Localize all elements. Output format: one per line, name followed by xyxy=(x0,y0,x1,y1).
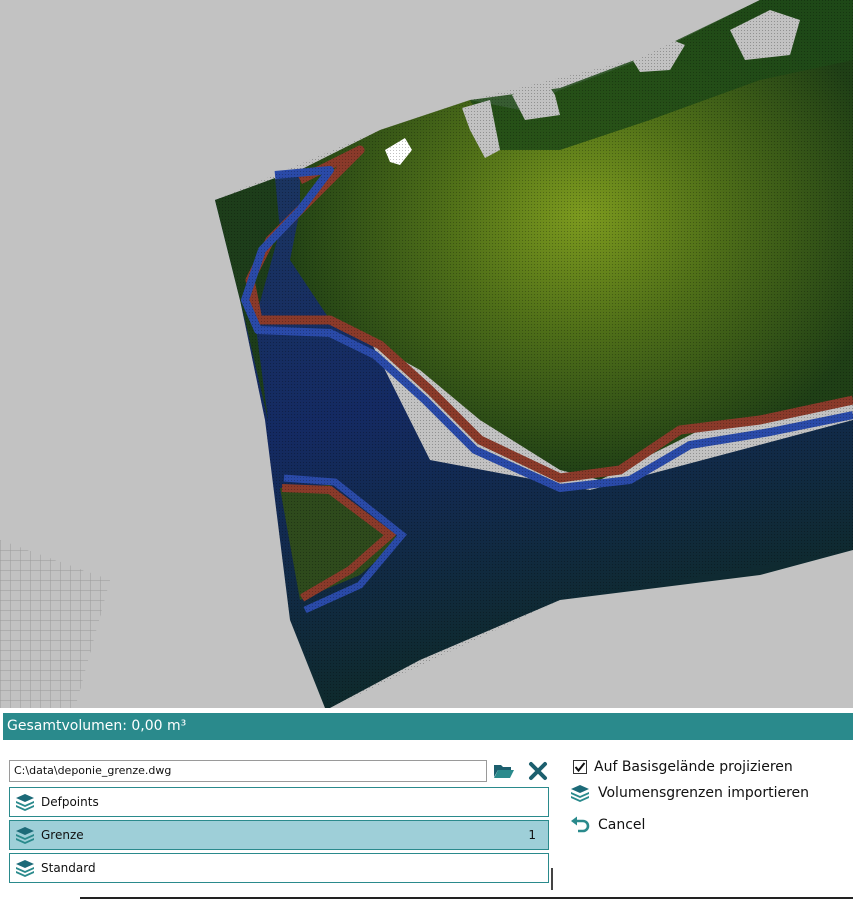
project-checkbox[interactable] xyxy=(573,760,587,774)
point-cloud-scene[interactable] xyxy=(0,0,853,708)
cancel-button[interactable]: Cancel xyxy=(570,810,853,840)
layer-item-grenze[interactable]: Grenze 1 xyxy=(9,820,549,850)
layers-icon xyxy=(15,825,37,845)
layer-count: 1 xyxy=(528,828,536,842)
undo-icon xyxy=(570,816,592,834)
project-checkbox-label: Auf Basisgelände projizieren xyxy=(594,759,793,775)
3d-viewport[interactable] xyxy=(0,0,853,708)
layer-label: Standard xyxy=(41,861,96,875)
layer-item-standard[interactable]: Standard xyxy=(9,853,549,883)
close-icon[interactable] xyxy=(526,759,550,783)
ground-grid xyxy=(0,540,110,708)
layer-list: Defpoints Grenze 1 Standard xyxy=(9,787,549,886)
point-texture xyxy=(215,0,853,708)
panel-title: Gesamtvolumen: 0,00 m³ xyxy=(3,713,853,740)
cancel-button-label: Cancel xyxy=(598,817,646,833)
layers-icon xyxy=(15,858,37,878)
import-button-label: Volumensgrenzen importieren xyxy=(598,785,810,801)
checkmark-icon xyxy=(574,762,586,773)
layer-label: Grenze xyxy=(41,828,84,842)
layer-item-defpoints[interactable]: Defpoints xyxy=(9,787,549,817)
layers-icon xyxy=(15,792,37,812)
import-boundaries-button[interactable]: Volumensgrenzen importieren xyxy=(570,778,853,808)
layers-icon xyxy=(570,784,592,802)
status-divider xyxy=(80,897,853,899)
file-path-field[interactable]: C:\data\deponie_grenze.dwg xyxy=(9,760,487,782)
folder-open-icon[interactable] xyxy=(492,759,516,783)
volume-panel: Gesamtvolumen: 0,00 m³ C:\data\deponie_g… xyxy=(0,708,853,900)
options-panel: Auf Basisgelände projizieren Volumensgre… xyxy=(570,752,853,840)
layer-list-scrollbar[interactable] xyxy=(551,868,553,890)
layer-label: Defpoints xyxy=(41,795,99,809)
